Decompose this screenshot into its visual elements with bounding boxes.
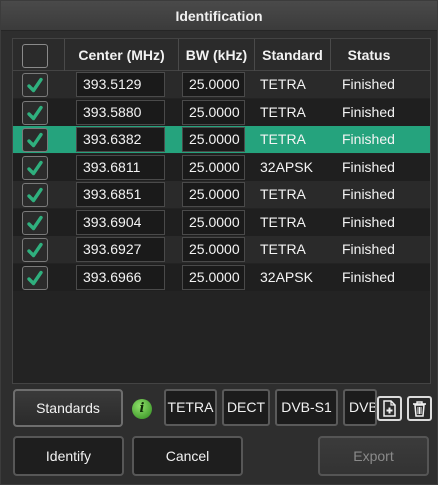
bandwidth-field[interactable]: 25.0000 <box>182 72 245 97</box>
status-cell: Finished <box>342 186 395 202</box>
cancel-button[interactable]: Cancel <box>132 436 243 476</box>
checkmark-icon <box>27 105 43 120</box>
select-all-checkbox[interactable] <box>22 44 48 68</box>
header-select-cell <box>13 39 65 71</box>
table-row[interactable]: 393.6904 25.0000 TETRA Finished <box>13 208 430 236</box>
bandwidth-field[interactable]: 25.0000 <box>182 209 245 235</box>
table-row[interactable]: 393.5880 25.0000 TETRA Finished <box>13 98 430 126</box>
table-row[interactable]: 393.6811 25.0000 32APSK Finished <box>13 153 430 181</box>
bandwidth-field[interactable]: 25.0000 <box>182 264 245 290</box>
center-frequency-field[interactable]: 393.6382 <box>76 127 165 152</box>
status-cell: Finished <box>342 103 395 120</box>
column-header-bw[interactable]: BW (kHz) <box>179 39 255 71</box>
identify-button[interactable]: Identify <box>13 436 124 476</box>
export-button[interactable]: Export <box>318 436 429 476</box>
bandwidth-field[interactable]: 25.0000 <box>182 237 245 262</box>
checkmark-icon <box>27 160 43 175</box>
add-document-glyph <box>383 400 396 417</box>
checkmark-icon <box>27 242 43 258</box>
standard-chip-dvb[interactable]: DVB <box>343 389 377 426</box>
checkmark-icon <box>27 270 43 285</box>
status-cell: Finished <box>342 268 395 285</box>
center-frequency-field[interactable]: 393.6927 <box>76 237 165 262</box>
checkmark-icon <box>27 132 43 148</box>
column-header-standard[interactable]: Standard <box>255 39 331 71</box>
row-checkbox[interactable] <box>22 238 48 262</box>
standard-cell: TETRA <box>260 131 306 147</box>
trash-glyph <box>413 401 426 417</box>
checkmark-icon <box>27 215 43 230</box>
bandwidth-field[interactable]: 25.0000 <box>182 154 245 180</box>
table-row[interactable]: 393.6851 25.0000 TETRA Finished <box>13 181 430 208</box>
center-frequency-field[interactable]: 393.6966 <box>76 264 165 290</box>
standard-cell: TETRA <box>260 241 306 257</box>
center-frequency-field[interactable]: 393.5129 <box>76 72 165 97</box>
status-cell: Finished <box>342 131 395 147</box>
identification-window: Identification Center (MHz) BW (kHz) Sta… <box>0 0 438 485</box>
row-checkbox[interactable] <box>22 265 48 290</box>
table-row[interactable]: 393.5129 25.0000 TETRA Finished <box>13 71 430 98</box>
status-cell: Finished <box>342 158 395 175</box>
status-cell: Finished <box>342 241 395 257</box>
row-checkbox[interactable] <box>22 210 48 235</box>
standard-cell: TETRA <box>260 186 306 202</box>
standard-chip-tetra[interactable]: TETRA <box>164 389 217 426</box>
bandwidth-field[interactable]: 25.0000 <box>182 127 245 152</box>
checkmark-icon <box>27 187 43 203</box>
row-checkbox[interactable] <box>22 183 48 207</box>
standard-cell: TETRA <box>260 76 306 92</box>
row-checkbox[interactable] <box>22 155 48 180</box>
row-checkbox[interactable] <box>22 100 48 125</box>
status-cell: Finished <box>342 213 395 230</box>
row-checkbox[interactable] <box>22 128 48 152</box>
table-row[interactable]: 393.6382 25.0000 TETRA Finished <box>13 126 430 153</box>
standard-cell: TETRA <box>260 213 306 230</box>
standard-chip-dect[interactable]: DECT <box>222 389 270 426</box>
center-frequency-field[interactable]: 393.5880 <box>76 99 165 125</box>
column-header-status[interactable]: Status <box>331 39 407 71</box>
table-row[interactable]: 393.6927 25.0000 TETRA Finished <box>13 236 430 263</box>
window-title: Identification <box>1 1 437 31</box>
column-header-center[interactable]: Center (MHz) <box>65 39 179 71</box>
row-checkbox[interactable] <box>22 73 48 97</box>
standards-button[interactable]: Standards <box>13 389 123 427</box>
bandwidth-field[interactable]: 25.0000 <box>182 99 245 125</box>
info-icon[interactable]: i <box>132 399 152 419</box>
standard-chip-dvb-s1[interactable]: DVB-S1 <box>275 389 338 426</box>
table-header: Center (MHz) BW (kHz) Standard Status <box>13 39 430 71</box>
add-document-icon[interactable] <box>377 396 402 421</box>
standard-cell: 32APSK <box>260 268 313 285</box>
results-table[interactable]: Center (MHz) BW (kHz) Standard Status 39… <box>12 38 431 384</box>
checkmark-icon <box>27 77 43 93</box>
center-frequency-field[interactable]: 393.6811 <box>76 154 165 180</box>
standard-cell: 32APSK <box>260 158 313 175</box>
table-row[interactable]: 393.6966 25.0000 32APSK Finished <box>13 263 430 291</box>
trash-icon[interactable] <box>407 396 432 421</box>
status-cell: Finished <box>342 76 395 92</box>
standard-cell: TETRA <box>260 103 306 120</box>
bandwidth-field[interactable]: 25.0000 <box>182 182 245 207</box>
center-frequency-field[interactable]: 393.6851 <box>76 182 165 207</box>
center-frequency-field[interactable]: 393.6904 <box>76 209 165 235</box>
